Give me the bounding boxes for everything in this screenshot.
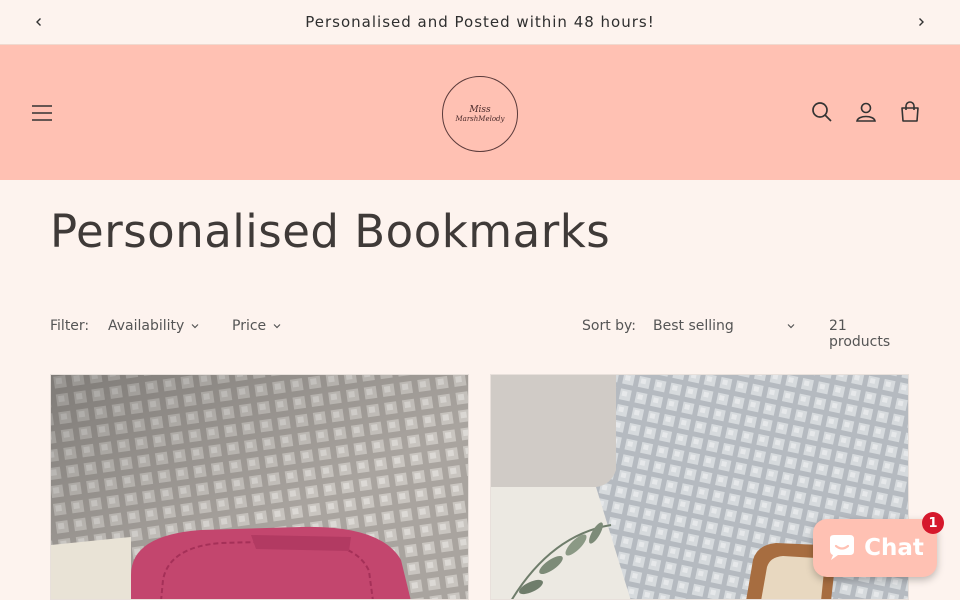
product-image (51, 375, 468, 599)
filter-bar: Filter: Availability Price Sort by: Best… (50, 318, 910, 350)
site-header: Miss MarshMelody (0, 45, 960, 180)
cart-icon (901, 101, 919, 122)
chevron-left-icon (36, 18, 41, 26)
filter-label: Filter: (50, 318, 90, 334)
account-button[interactable] (854, 100, 878, 124)
chevron-right-icon (919, 18, 924, 26)
chat-button[interactable]: Chat (813, 519, 937, 577)
chat-label: Chat (864, 535, 924, 561)
announcement-prev-button[interactable] (29, 12, 49, 32)
cart-button[interactable] (898, 100, 922, 124)
price-label: Price (232, 318, 267, 334)
menu-button[interactable] (28, 99, 56, 127)
announcement-bar: Personalised and Posted within 48 hours! (0, 0, 960, 45)
product-card[interactable] (50, 374, 469, 600)
account-icon (856, 102, 876, 122)
chevron-down-icon (787, 324, 795, 329)
sort-select[interactable]: Best selling (653, 318, 796, 334)
logo-line-1: Miss (469, 104, 491, 115)
sort-value: Best selling (653, 318, 734, 334)
logo-line-2: MarshMelody (455, 114, 505, 123)
product-count: 21 products (829, 318, 891, 350)
chevron-down-icon (191, 324, 199, 329)
chat-icon (830, 535, 855, 560)
sort-label: Sort by: (582, 318, 637, 334)
page-title: Personalised Bookmarks (50, 205, 611, 258)
availability-label: Availability (108, 318, 185, 334)
logo[interactable]: Miss MarshMelody (442, 76, 518, 152)
chat-notification-badge: 1 (922, 512, 944, 534)
price-filter[interactable]: Price (232, 318, 282, 334)
announcement-next-button[interactable] (911, 12, 931, 32)
announcement-text: Personalised and Posted within 48 hours! (305, 13, 655, 31)
menu-icon (32, 105, 52, 121)
search-icon (812, 102, 832, 122)
chevron-down-icon (273, 324, 281, 329)
availability-filter[interactable]: Availability (108, 318, 200, 334)
search-button[interactable] (810, 100, 834, 124)
